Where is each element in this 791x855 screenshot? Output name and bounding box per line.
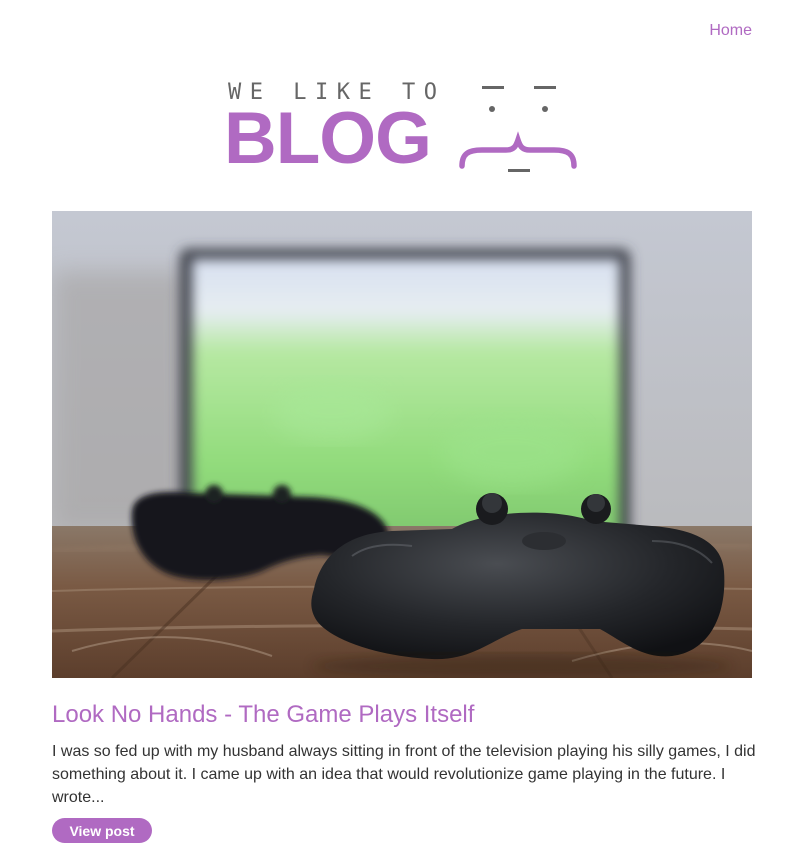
post-title[interactable]: Look No Hands - The Game Plays Itself xyxy=(52,701,474,729)
top-nav: Home xyxy=(709,22,752,40)
logo-word: BLOG xyxy=(224,98,432,179)
logo-face-icon xyxy=(459,86,577,172)
site-logo[interactable]: WE LIKE TO BLOG xyxy=(224,78,584,178)
post-hero-image[interactable] xyxy=(52,211,752,678)
post-excerpt: I was so fed up with my husband always s… xyxy=(52,743,756,806)
nav-home-link[interactable]: Home xyxy=(709,22,752,39)
view-post-button[interactable]: View post xyxy=(52,818,152,843)
